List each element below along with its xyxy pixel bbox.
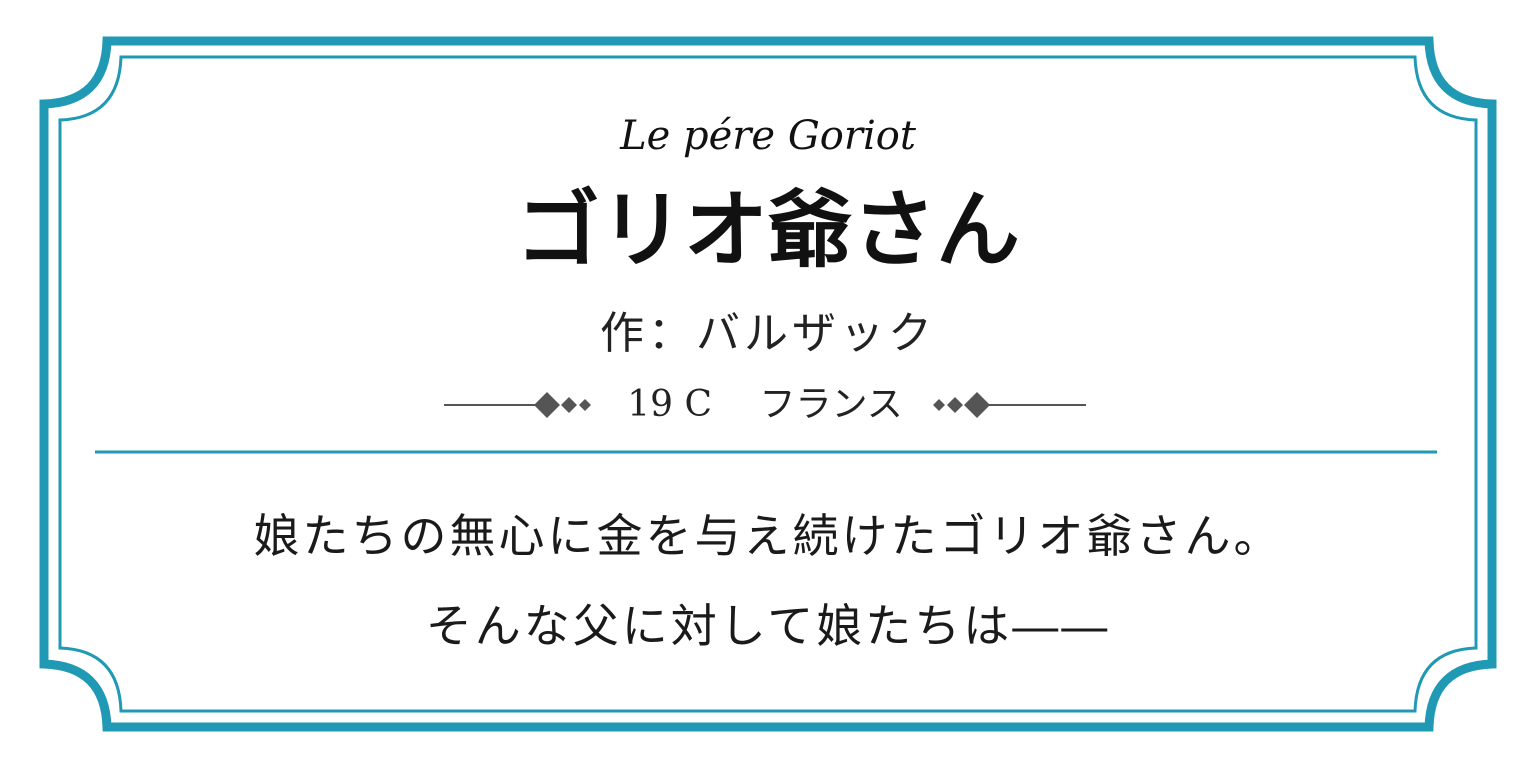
era-row: 19 C フランス	[440, 380, 1090, 430]
title-english: Le pére Goriot	[620, 113, 916, 159]
book-card: Le pére Goriot ゴリオ爺さん 作：バルザック 19 C フランス …	[0, 0, 1536, 766]
author-line: 作：バルザック	[600, 308, 936, 359]
title-japanese: ゴリオ爺さん	[515, 181, 1020, 279]
description-line-2: そんな父に対して娘たちは――	[425, 599, 1111, 653]
description-line-1: 娘たちの無心に金を与え続けたゴリオ爺さん。	[253, 509, 1283, 563]
era-text: 19 C フランス	[627, 384, 903, 425]
